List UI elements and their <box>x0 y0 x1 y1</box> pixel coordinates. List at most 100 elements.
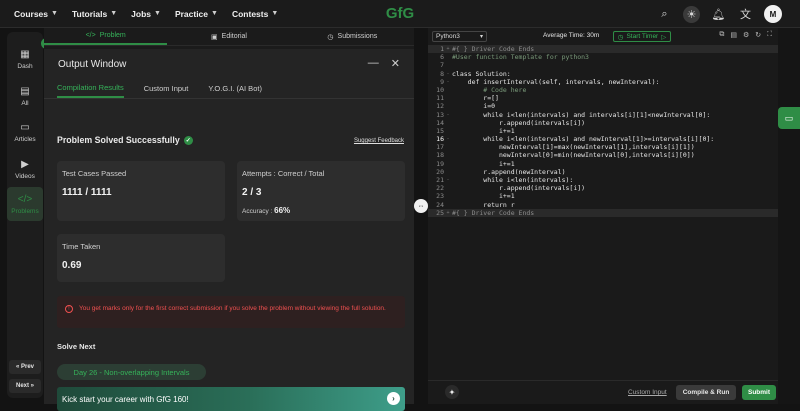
code-line[interactable]: 1 + #{ } Driver Code Ends <box>428 45 778 54</box>
sidebar-item-problems[interactable]: </> Problems <box>7 187 43 221</box>
fold-icon[interactable] <box>444 127 452 135</box>
start-timer-button[interactable]: ◷ Start Timer ▷ <box>613 31 671 42</box>
submit-button[interactable]: Submit <box>742 385 776 400</box>
fold-icon[interactable]: + <box>444 45 452 53</box>
lightbulb-icon[interactable]: ✦ <box>445 385 459 399</box>
code-line[interactable]: 8- class Solution: <box>428 70 778 78</box>
fold-icon[interactable] <box>444 184 452 192</box>
next-problem-link[interactable]: Day 26 - Non-overlapping Intervals <box>57 364 206 380</box>
theme-toggle-icon[interactable]: ☀ <box>683 5 700 23</box>
nav-courses[interactable]: Courses ▼ <box>14 9 58 19</box>
tab-problem[interactable]: </> Problem <box>44 28 168 45</box>
fold-icon[interactable]: + <box>444 209 452 217</box>
code-line[interactable]: 7 <box>428 61 778 69</box>
settings-icon[interactable]: ⚙ <box>743 31 749 39</box>
file-icon[interactable]: ▤ <box>730 31 737 39</box>
chevron-down-icon: ▼ <box>154 10 161 17</box>
gfg160-banner[interactable]: Kick start your career with GfG 160! › <box>57 387 405 411</box>
code-line[interactable]: 18 newInterval[0]=min(newInterval[0],int… <box>428 151 778 159</box>
suggest-feedback-link[interactable]: Suggest Feedback <box>354 138 404 144</box>
line-number: 10 <box>436 85 444 94</box>
nav-practice[interactable]: Practice ▼ <box>175 9 218 19</box>
fold-icon[interactable] <box>444 86 452 94</box>
gfg-logo[interactable]: GfG <box>383 4 417 22</box>
code-text: r.append(intervals[i]) <box>452 118 586 127</box>
resize-handle[interactable]: ⇔ <box>414 199 428 213</box>
custom-input-link[interactable]: Custom Input <box>628 389 667 396</box>
code-line[interactable]: 15 i+=1 <box>428 127 778 135</box>
code-line[interactable]: 23 i+=1 <box>428 192 778 200</box>
copy-icon[interactable]: ⧉ <box>719 31 724 39</box>
tab-submissions[interactable]: ◷ Submissions <box>291 28 414 45</box>
code-line[interactable]: 20 r.append(newInterval) <box>428 168 778 176</box>
code-line[interactable]: 17 newInterval[1]=max(newInterval[1],int… <box>428 143 778 151</box>
search-icon[interactable]: ⌕ <box>656 6 673 23</box>
tab-custom-input[interactable]: Custom Input <box>144 79 189 98</box>
sidebar-item-videos[interactable]: ▶ Videos <box>7 152 43 186</box>
code-text: #{ } Driver Code Ends <box>452 45 535 53</box>
sidebar-item-dash[interactable]: ▦ Dash <box>7 42 43 76</box>
refresh-icon[interactable]: ↻ <box>755 31 761 39</box>
prev-button[interactable]: « Prev <box>9 360 41 374</box>
code-line[interactable]: 14 r.append(intervals[i]) <box>428 119 778 127</box>
svg-text:GfG: GfG <box>386 5 414 22</box>
fold-icon[interactable] <box>444 53 452 61</box>
right-rail <box>778 28 800 404</box>
code-line[interactable]: 11 r=[] <box>428 94 778 102</box>
check-circle-icon: ✓ <box>183 135 193 145</box>
code-line[interactable]: 13- while i<len(intervals) and intervals… <box>428 111 778 119</box>
code-text: class Solution: <box>452 69 511 78</box>
nav-contests[interactable]: Contests ▼ <box>232 9 278 19</box>
fold-icon[interactable] <box>444 160 452 168</box>
code-line[interactable]: 25 + #{ } Driver Code Ends <box>428 208 778 217</box>
language-select[interactable]: Python3 ▾ <box>432 31 487 42</box>
clock-icon: ◷ <box>617 33 624 41</box>
tab-yogi-ai-bot[interactable]: Y.O.G.I. (AI Bot) <box>208 79 262 98</box>
play-icon: ▷ <box>661 33 667 41</box>
translate-icon[interactable]: 文 <box>737 6 754 23</box>
avatar[interactable]: M <box>764 5 782 23</box>
compile-run-button[interactable]: Compile & Run <box>676 385 736 400</box>
sidebar-item-all[interactable]: ▤ All <box>7 79 43 113</box>
minimize-icon[interactable]: — <box>368 57 379 70</box>
code-line[interactable]: 9- def insertInterval(self, intervals, n… <box>428 78 778 86</box>
code-line[interactable]: 19 i+=1 <box>428 160 778 168</box>
fold-icon[interactable] <box>444 192 452 200</box>
fold-icon[interactable]: - <box>444 78 452 86</box>
code-line[interactable]: 12 i=0 <box>428 102 778 110</box>
code-text: #User function Template for python3 <box>452 53 589 62</box>
bell-icon[interactable]: 🔔︎ <box>710 6 727 23</box>
fold-icon[interactable]: - <box>444 135 452 143</box>
fold-icon[interactable]: - <box>444 70 452 78</box>
line-number: 1 <box>440 45 444 53</box>
nav-jobs[interactable]: Jobs ▼ <box>131 9 161 19</box>
tab-editorial[interactable]: ▣ Editorial <box>167 28 290 45</box>
fold-icon[interactable]: - <box>444 111 452 119</box>
code-line[interactable]: 21- while i<len(intervals): <box>428 176 778 184</box>
next-button[interactable]: Next » <box>9 379 41 393</box>
fold-icon[interactable]: - <box>444 176 452 184</box>
code-line[interactable]: 16- while i<len(intervals) and newInterv… <box>428 135 778 143</box>
line-number: 19 <box>436 159 444 168</box>
code-lines[interactable]: 1 + #{ } Driver Code Ends 6 #User function T… <box>428 45 778 217</box>
fullscreen-icon[interactable]: ⛶ <box>767 31 772 39</box>
tab-compilation-results[interactable]: Compilation Results <box>57 79 124 98</box>
close-icon[interactable]: ✕ <box>391 57 400 70</box>
fold-icon[interactable] <box>444 151 452 159</box>
fold-icon[interactable] <box>444 143 452 151</box>
code-line[interactable]: 24 return r <box>428 201 778 209</box>
code-line[interactable]: 22 r.append(intervals[i]) <box>428 184 778 192</box>
chat-icon[interactable]: ▭ <box>778 107 800 129</box>
editor-toolbar: Python3 ▾ Average Time: 30m ◷ Start Timer ▷… <box>428 28 778 45</box>
line-number: 21 <box>436 176 444 184</box>
fold-icon[interactable] <box>444 201 452 209</box>
fold-icon[interactable] <box>444 102 452 110</box>
sidebar-item-articles[interactable]: ▭ Articles <box>7 115 43 149</box>
nav-tutorials[interactable]: Tutorials ▼ <box>72 9 117 19</box>
fold-icon[interactable] <box>444 61 452 69</box>
fold-icon[interactable] <box>444 119 452 127</box>
fold-icon[interactable] <box>444 94 452 102</box>
code-line[interactable]: 10 # Code here <box>428 86 778 94</box>
code-line[interactable]: 6 #User function Template for python3 <box>428 53 778 61</box>
fold-icon[interactable] <box>444 168 452 176</box>
